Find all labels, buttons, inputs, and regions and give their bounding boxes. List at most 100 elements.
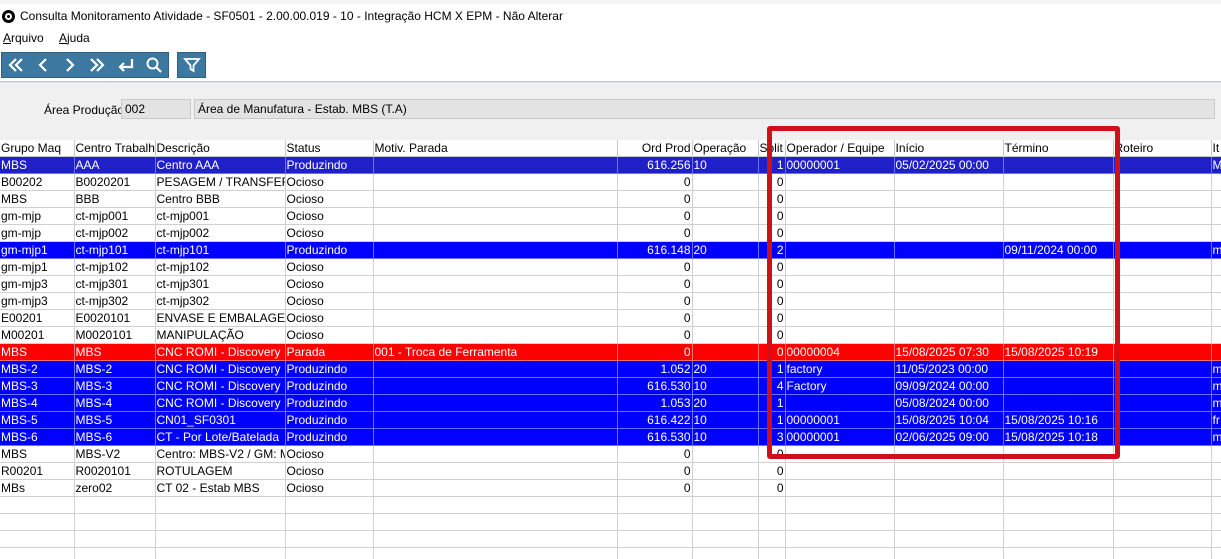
next-icon[interactable]: [56, 53, 83, 77]
table-cell: [785, 530, 895, 548]
table-cell: [373, 479, 618, 497]
title-strip: [0, 0, 1221, 4]
last-icon[interactable]: [83, 53, 110, 77]
table-cell: [0, 513, 75, 531]
col-descricao[interactable]: Descrição: [155, 140, 286, 157]
table-row[interactable]: B00202 B0020201 PESAGEM / TRANSFER Ocioso 0 0: [0, 173, 1221, 191]
table-cell: [1003, 479, 1114, 497]
table-cell: R00201: [0, 462, 75, 480]
table-cell: [373, 513, 618, 531]
menu-arquivo[interactable]: Arquivo: [3, 31, 44, 45]
table-cell: 09/11/2024 00:00: [1003, 241, 1114, 259]
col-status[interactable]: Status: [285, 140, 374, 157]
table-cell: [785, 462, 895, 480]
table-row[interactable]: gm-mjp ct-mjp001 ct-mjp001 Ocioso 0 0: [0, 207, 1221, 225]
table-row[interactable]: gm-mjp1 ct-mjp102 ct-mjp102 Ocioso 0 0: [0, 258, 1221, 276]
table-row[interactable]: MBs zero02 CT 02 - Estab MBS Ocioso 0 0: [0, 479, 1221, 497]
toolbar: [0, 48, 1221, 82]
table-cell: Ocioso: [285, 224, 374, 242]
filter-icon[interactable]: [178, 53, 205, 77]
enter-icon[interactable]: [112, 53, 139, 77]
table-cell: 0: [617, 292, 693, 310]
table-cell: [1211, 190, 1221, 208]
table-cell: [285, 530, 374, 548]
table-cell: [373, 190, 618, 208]
previous-icon[interactable]: [29, 53, 56, 77]
table-row[interactable]: MBS MBS CNC ROMI - Discovery Parada 001 - Tr…: [0, 343, 1221, 361]
table-row[interactable]: MBS-5 MBS-5 CN01_SF0301 Produzindo 616.422 10…: [0, 411, 1221, 429]
table-cell: [373, 156, 618, 174]
table-cell: [1003, 173, 1114, 191]
table-cell: [1211, 496, 1221, 514]
menu-bar: Arquivo Ajuda: [0, 30, 1221, 48]
activity-grid[interactable]: Grupo Maq Centro Trabalho Descrição Stat…: [0, 140, 1221, 559]
col-centro-trabalho[interactable]: Centro Trabalho: [74, 140, 156, 157]
table-row[interactable]: M00201 M0020101 MANIPULAÇÃO Ocioso 0 0: [0, 326, 1221, 344]
table-cell: ROTULAGEM: [155, 462, 286, 480]
col-operacao[interactable]: Operação: [692, 140, 759, 157]
table-cell: [0, 547, 75, 559]
table-cell: MBS-3: [74, 377, 156, 395]
table-cell: [1113, 207, 1212, 225]
table-cell: E0020101: [74, 309, 156, 327]
empty-row: [0, 547, 1221, 559]
table-row[interactable]: MBS-6 MBS-6 CT - Por Lote/Batelada Produzin…: [0, 428, 1221, 446]
table-cell: 0: [758, 326, 786, 344]
col-termino[interactable]: Término: [1003, 140, 1114, 157]
table-cell: CT 02 - Estab MBS: [155, 479, 286, 497]
table-cell: Produzindo: [285, 428, 374, 446]
table-cell: 0: [617, 309, 693, 327]
area-producao-code-field[interactable]: 002: [121, 99, 191, 119]
col-operador-equipe[interactable]: Operador / Equipe: [785, 140, 895, 157]
table-cell: [1113, 173, 1212, 191]
search-icon[interactable]: [140, 53, 167, 77]
table-cell: [894, 309, 1004, 327]
table-row[interactable]: MBSMBS-V2Centro: MBS-V2 / GM: MBSOcioso 0…: [0, 445, 1221, 463]
first-icon[interactable]: [2, 53, 29, 77]
table-cell: [1113, 445, 1212, 463]
table-cell: [785, 479, 895, 497]
table-cell: 4: [758, 377, 786, 395]
col-roteiro[interactable]: Roteiro: [1113, 140, 1212, 157]
table-row[interactable]: gm-mjp ct-mjp002 ct-mjp002 Ocioso 0 0: [0, 224, 1221, 242]
table-row[interactable]: gm-mjp1 ct-mjp101 ct-mjp101 Produzindo 616.1…: [0, 241, 1221, 259]
table-cell: [894, 462, 1004, 480]
table-cell: 616.256: [617, 156, 693, 174]
table-cell: PESAGEM / TRANSFER: [155, 173, 286, 191]
table-row[interactable]: gm-mjp3 ct-mjp301 ct-mjp301 Ocioso 0 0: [0, 275, 1221, 293]
col-grupo-maq[interactable]: Grupo Maq: [0, 140, 75, 157]
menu-ajuda[interactable]: Ajuda: [59, 31, 90, 45]
col-it[interactable]: It: [1211, 140, 1221, 157]
table-cell: Produzindo: [285, 394, 374, 412]
table-cell: E00201: [0, 309, 75, 327]
table-cell: [1113, 343, 1212, 361]
table-row[interactable]: MBS-3 MBS-3 CNC ROMI - Discovery Produzindo…: [0, 377, 1221, 395]
table-row[interactable]: gm-mjp3 ct-mjp302 ct-mjp302 Ocioso 0 0: [0, 292, 1221, 310]
table-cell: 0: [617, 258, 693, 276]
col-ord-prod[interactable]: Ord Prod: [617, 140, 693, 157]
table-row[interactable]: MBS-4 MBS-4 CNC ROMI - Discovery Produzindo…: [0, 394, 1221, 412]
table-cell: M0020101: [74, 326, 156, 344]
filter-panel: Área Produção: 002 Área de Manufatura - …: [0, 82, 1221, 132]
table-cell: [1003, 190, 1114, 208]
table-cell: [373, 496, 618, 514]
table-cell: 0: [758, 207, 786, 225]
table-cell: [1211, 445, 1221, 463]
table-body: MBS AAA Centro AAA Produzindo 616.256 10 1 0000…: [0, 156, 1221, 559]
table-cell: MBS-3: [0, 377, 75, 395]
table-row[interactable]: MBS BBB Centro BBB Ocioso 0 0: [0, 190, 1221, 208]
table-cell: BBB: [74, 190, 156, 208]
window-title: Consulta Monitoramento Atividade - SF050…: [20, 9, 563, 23]
table-cell: [1113, 479, 1212, 497]
col-inicio[interactable]: Início: [894, 140, 1004, 157]
col-motiv-parada[interactable]: Motiv. Parada: [373, 140, 618, 157]
col-split[interactable]: Split: [758, 140, 786, 157]
table-row[interactable]: MBS-2 MBS-2 CNC ROMI - Discovery Produzindo…: [0, 360, 1221, 378]
table-row[interactable]: E00201 E0020101 ENVASE E EMBALAGEM Ocioso 0 0: [0, 309, 1221, 327]
table-cell: Ocioso: [285, 275, 374, 293]
table-row[interactable]: R00201 R0020101 ROTULAGEM Ocioso 0 0: [0, 462, 1221, 480]
table-cell: 10: [692, 428, 759, 446]
table-row[interactable]: MBS AAA Centro AAA Produzindo 616.256 10 1 0000…: [0, 156, 1221, 174]
table-cell: 0: [617, 479, 693, 497]
table-cell: [692, 190, 759, 208]
